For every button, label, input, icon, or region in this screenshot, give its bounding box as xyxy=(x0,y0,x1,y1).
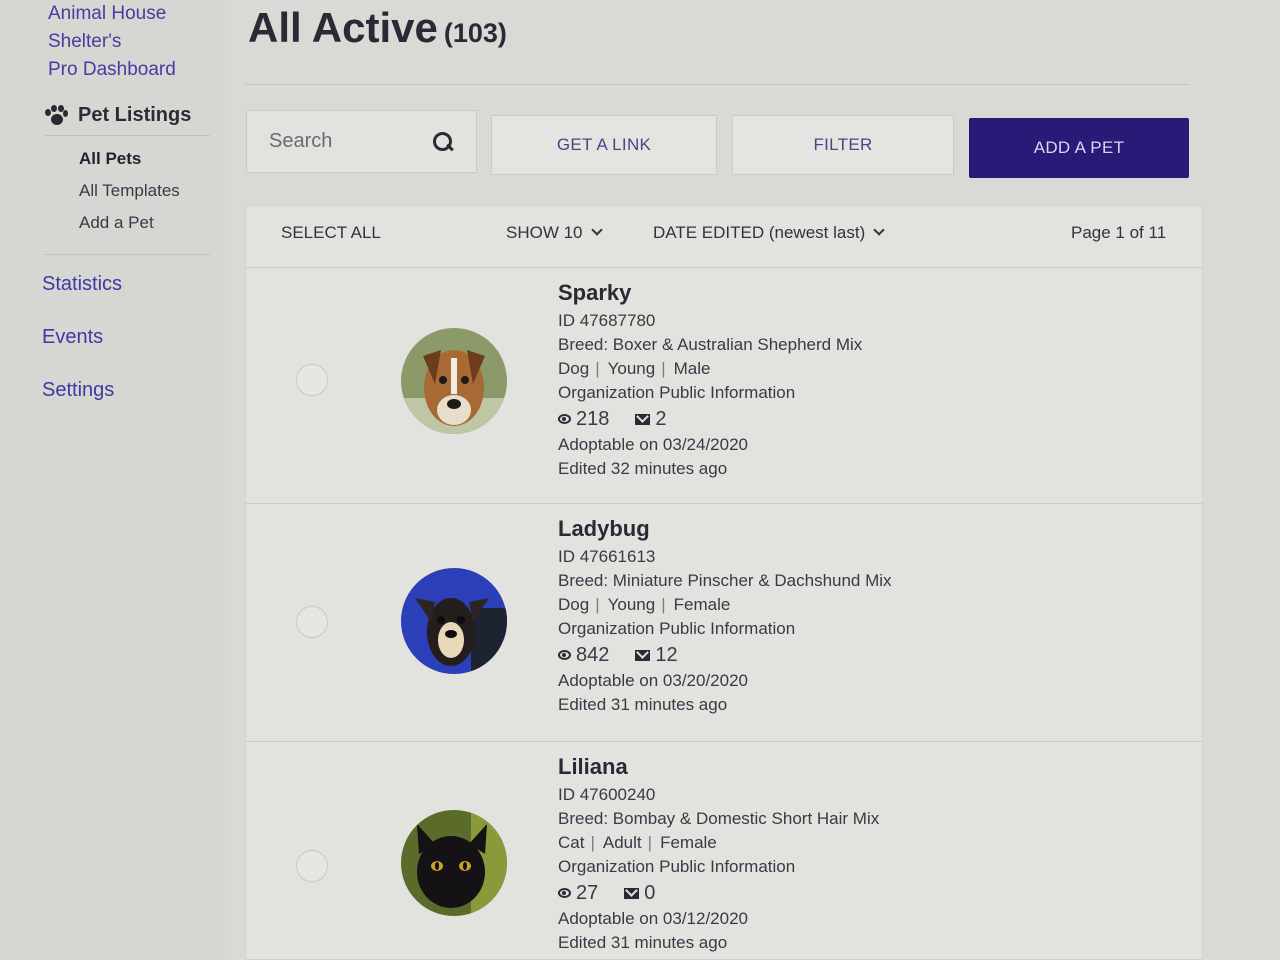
pet-listings-header[interactable]: Pet Listings xyxy=(44,104,210,136)
show-count-dropdown[interactable]: SHOW 10 xyxy=(506,223,603,243)
eye-icon xyxy=(558,888,571,898)
paw-icon xyxy=(44,104,68,127)
view-count: 218 xyxy=(576,408,610,430)
adoptable-date: Adoptable on 03/20/2020 xyxy=(558,671,749,690)
pet-photo[interactable] xyxy=(401,810,507,916)
pet-stats: 27 0 xyxy=(558,879,879,907)
pet-attributes: Dog | Young | Male xyxy=(558,359,711,378)
pet-breed: Breed: Boxer & Australian Shepherd Mix xyxy=(558,335,863,354)
pet-sex: Male xyxy=(673,359,711,378)
show-count-label: SHOW 10 xyxy=(506,223,583,242)
pet-id: ID 47661613 xyxy=(558,547,656,566)
pet-breed: Breed: Bombay & Domestic Short Hair Mix xyxy=(558,809,880,828)
pet-age: Young xyxy=(607,595,656,614)
sort-dropdown[interactable]: DATE EDITED (newest last) xyxy=(653,223,885,243)
active-count: (103) xyxy=(443,18,507,48)
org-public-info: Organization Public Information xyxy=(558,383,796,402)
envelope-icon xyxy=(635,413,651,425)
sidebar-item-settings[interactable]: Settings xyxy=(42,376,122,429)
list-controls: SELECT ALL SHOW 10 DATE EDITED (newest l… xyxy=(246,206,1202,268)
filter-button[interactable]: FILTER xyxy=(732,115,954,175)
pet-info: Sparky ID 47687780 Breed: Boxer & Austra… xyxy=(558,280,862,481)
select-checkbox[interactable] xyxy=(296,364,328,396)
pet-listings-label: Pet Listings xyxy=(78,104,192,126)
pet-sex: Female xyxy=(660,833,717,852)
pet-id: ID 47600240 xyxy=(558,785,656,804)
sidebar-item-all-templates[interactable]: All Templates xyxy=(79,180,210,212)
pet-name[interactable]: Ladybug xyxy=(558,516,892,542)
chevron-down-icon xyxy=(590,224,603,236)
pet-row[interactable]: Sparky ID 47687780 Breed: Boxer & Austra… xyxy=(246,268,1202,504)
pet-species: Cat xyxy=(558,833,585,852)
pet-attributes: Dog | Young | Female xyxy=(558,595,731,614)
page-title: All Active (103) xyxy=(248,4,507,52)
pet-id: ID 47687780 xyxy=(558,311,656,330)
search-icon[interactable] xyxy=(432,131,454,153)
org-name[interactable]: Animal House Shelter's Pro Dashboard xyxy=(48,0,218,84)
eye-icon xyxy=(558,414,571,424)
message-count: 2 xyxy=(655,408,667,430)
add-a-pet-button[interactable]: ADD A PET xyxy=(969,118,1189,178)
pet-species: Dog xyxy=(558,595,590,614)
get-a-link-button[interactable]: GET A LINK xyxy=(491,115,717,175)
pet-species: Dog xyxy=(558,359,590,378)
pet-stats: 218 2 xyxy=(558,405,862,433)
divider xyxy=(245,84,1190,85)
pet-name[interactable]: Liliana xyxy=(558,754,879,780)
page-indicator: Page 1 of 11 xyxy=(1071,223,1167,242)
pet-row[interactable]: Liliana ID 47600240 Breed: Bombay & Dome… xyxy=(246,742,1202,960)
pet-info: Ladybug ID 47661613 Breed: Miniature Pin… xyxy=(558,516,892,717)
select-all-button[interactable]: SELECT ALL xyxy=(281,223,381,243)
pet-photo[interactable] xyxy=(401,568,507,674)
main-nav: Statistics Events Settings xyxy=(42,270,122,429)
org-public-info: Organization Public Information xyxy=(558,857,796,876)
pet-photo[interactable] xyxy=(401,328,507,434)
edited-time: Edited 31 minutes ago xyxy=(558,695,728,714)
pet-sex: Female xyxy=(673,595,731,614)
sidebar: Animal House Shelter's Pro Dashboard Pet… xyxy=(0,0,225,960)
pet-age: Young xyxy=(607,359,656,378)
search-input[interactable]: Search xyxy=(246,110,477,173)
edited-time: Edited 32 minutes ago xyxy=(558,459,728,478)
pet-listings-subnav: All Pets All Templates Add a Pet xyxy=(44,148,210,244)
pet-row[interactable]: Ladybug ID 47661613 Breed: Miniature Pin… xyxy=(246,504,1202,742)
pet-breed: Breed: Miniature Pinscher & Dachshund Mi… xyxy=(558,571,892,590)
search-placeholder: Search xyxy=(269,130,333,152)
pet-attributes: Cat | Adult | Female xyxy=(558,833,717,852)
select-checkbox[interactable] xyxy=(296,850,328,882)
sidebar-item-events[interactable]: Events xyxy=(42,323,122,376)
org-name-line: Animal House xyxy=(48,3,167,24)
adoptable-date: Adoptable on 03/12/2020 xyxy=(558,909,749,928)
envelope-icon xyxy=(635,649,651,661)
sort-label: DATE EDITED (newest last) xyxy=(653,223,866,242)
message-count: 12 xyxy=(655,644,678,666)
pet-list-panel: SELECT ALL SHOW 10 DATE EDITED (newest l… xyxy=(245,205,1203,960)
chevron-down-icon xyxy=(873,224,885,236)
org-name-line: Shelter's xyxy=(48,31,122,52)
adoptable-date: Adoptable on 03/24/2020 xyxy=(558,435,749,454)
view-count: 842 xyxy=(576,644,610,666)
page-title-text: All Active xyxy=(248,4,438,51)
pet-listings-section: Pet Listings All Pets All Templates Add … xyxy=(44,104,210,255)
sidebar-item-statistics[interactable]: Statistics xyxy=(42,270,122,323)
pet-stats: 842 12 xyxy=(558,641,892,669)
sidebar-item-add-a-pet[interactable]: Add a Pet xyxy=(79,212,210,244)
view-count: 27 xyxy=(576,882,599,904)
org-name-line: Pro Dashboard xyxy=(48,59,176,80)
envelope-icon xyxy=(624,887,640,899)
pet-name[interactable]: Sparky xyxy=(558,280,862,306)
message-count: 0 xyxy=(644,882,656,904)
select-checkbox[interactable] xyxy=(296,606,328,638)
pet-age: Adult xyxy=(602,833,642,852)
eye-icon xyxy=(558,650,571,660)
edited-time: Edited 31 minutes ago xyxy=(558,933,728,952)
pet-info: Liliana ID 47600240 Breed: Bombay & Dome… xyxy=(558,754,879,955)
sidebar-item-all-pets[interactable]: All Pets xyxy=(79,148,210,180)
org-public-info: Organization Public Information xyxy=(558,619,796,638)
